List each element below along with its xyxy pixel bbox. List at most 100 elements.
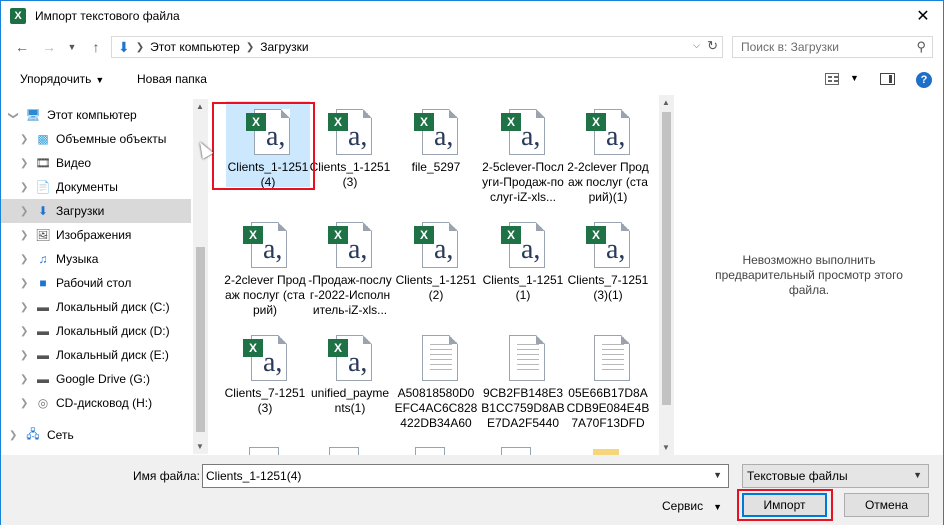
file-list-scrollbar[interactable]: ▲ ▼	[659, 95, 674, 455]
expand-chevron-icon[interactable]: ❯	[20, 134, 28, 145]
file-item[interactable]: Xa, Clients_1-1251(3)	[308, 101, 392, 190]
filename-input[interactable]: Clients_1-1251(4) ▼	[202, 464, 729, 488]
file-name: 2-2clever Продаж послуг (старий)(1)	[567, 160, 649, 204]
cd-drive-icon: ◎	[37, 396, 49, 410]
scrollbar-thumb[interactable]	[196, 247, 205, 432]
file-name: A50818580D0EFC4AC6C828422DB34A60	[394, 386, 478, 430]
expand-chevron-icon[interactable]: ❯	[20, 182, 28, 193]
expand-chevron-icon[interactable]: ❯	[20, 350, 28, 361]
excel-csv-file-icon: Xa,	[499, 222, 547, 270]
nav-item-downloads[interactable]: ❯ ⬇ Загрузки	[1, 199, 191, 223]
preview-pane-icon[interactable]	[880, 73, 895, 85]
new-folder-button[interactable]: Новая папка	[137, 72, 207, 86]
nav-item-drive-c[interactable]: ❯ ▬ Локальный диск (C:)	[1, 295, 191, 319]
expand-chevron-icon[interactable]: ❯	[20, 254, 28, 265]
search-box[interactable]: ⚲	[732, 36, 933, 58]
nav-item-drive-d[interactable]: ❯ ▬ Локальный диск (D:)	[1, 319, 191, 343]
partial-file-icon	[249, 447, 279, 455]
excel-csv-file-icon: Xa,	[326, 222, 374, 270]
file-item[interactable]: 05E66B17D8ACDB9E084E4B7A70F13DFD	[566, 327, 650, 431]
expand-chevron-icon[interactable]: ❯	[20, 398, 28, 409]
recent-locations-chevron-icon[interactable]: ▼	[61, 37, 83, 57]
excel-csv-file-icon: Xa,	[584, 109, 632, 157]
view-options-chevron-icon[interactable]: ▼	[850, 73, 859, 83]
file-name: 2-5clever-Послуги-Продаж-послуг-iZ-xls..…	[482, 160, 564, 204]
address-bar[interactable]: ⬇ ❯ Этот компьютер ❯ Загрузки ⌵ ↻	[111, 36, 723, 58]
refresh-icon[interactable]: ↻	[707, 38, 718, 54]
expand-chevron-icon[interactable]: ❯	[9, 430, 17, 441]
nav-item-pictures[interactable]: ❯ 🖼 Изображения	[1, 223, 191, 247]
excel-csv-file-icon: Xa,	[584, 222, 632, 270]
file-name: 05E66B17D8ACDB9E084E4B7A70F13DFD	[566, 386, 650, 430]
address-dropdown-icon[interactable]: ⌵	[693, 40, 700, 51]
command-toolbar: Упорядочить ▼ Новая папка ▼ ?	[1, 63, 943, 95]
scrollbar-thumb[interactable]	[662, 112, 671, 405]
chevron-down-icon: ▼	[913, 470, 922, 480]
nav-item-cd-drive[interactable]: ❯ ◎ CD-дисковод (H:)	[1, 391, 191, 415]
file-item[interactable]: 9CB2FB148E3B1CC759D8ABE7DA2F5440	[481, 327, 565, 431]
excel-csv-file-icon: Xa,	[241, 222, 289, 270]
expand-chevron-icon[interactable]: ❯	[20, 206, 28, 217]
file-type-value: Текстовые файлы	[747, 469, 848, 483]
search-icon[interactable]: ⚲	[916, 39, 926, 55]
expand-chevron-icon[interactable]: ❯	[8, 111, 19, 119]
nav-item-network[interactable]: ❯ 🖧 Сеть	[1, 423, 191, 447]
nav-item-google-drive[interactable]: ❯ ▬ Google Drive (G:)	[1, 367, 191, 391]
file-name: Clients_7-1251 (3)	[224, 386, 306, 415]
expand-chevron-icon[interactable]: ❯	[20, 326, 28, 337]
file-item[interactable]: Xa, 2-2clever Продаж послуг (старий)	[223, 214, 307, 318]
nav-item-documents[interactable]: ❯ 📄 Документы	[1, 175, 191, 199]
help-icon[interactable]: ?	[916, 72, 932, 88]
tools-menu-button[interactable]: Сервис ▼	[662, 499, 722, 513]
expand-chevron-icon[interactable]: ❯	[20, 278, 28, 289]
excel-csv-file-icon: Xa,	[412, 222, 460, 270]
nav-item-drive-e[interactable]: ❯ ▬ Локальный диск (E:)	[1, 343, 191, 367]
file-item[interactable]: Xa, 2-5clever-Послуги-Продаж-послуг-iZ-x…	[481, 101, 565, 205]
expand-chevron-icon[interactable]: ❯	[20, 302, 28, 313]
nav-item-this-pc[interactable]: ❯ 🖥 Этот компьютер	[1, 103, 191, 127]
excel-csv-file-icon: Xa,	[326, 109, 374, 157]
text-file-icon	[584, 335, 632, 383]
file-name: Clients_1-1251(3)	[309, 160, 391, 189]
nav-item-label: Локальный диск (E:)	[56, 348, 169, 362]
scroll-up-icon[interactable]: ▲	[196, 102, 204, 111]
expand-chevron-icon[interactable]: ❯	[20, 374, 28, 385]
nav-item-3d-objects[interactable]: ❯ ▩ Объемные объекты	[1, 127, 191, 151]
chevron-down-icon[interactable]: ▼	[713, 470, 722, 480]
close-button[interactable]: ✕	[903, 1, 943, 31]
breadcrumb-this-pc[interactable]: Этот компьютер	[150, 40, 240, 54]
search-input[interactable]	[741, 40, 911, 54]
file-item[interactable]: Xa, Clients_1-1251(2)	[394, 214, 478, 303]
drive-icon: ▬	[37, 300, 49, 314]
file-item[interactable]: Xa, 2-2clever Продаж послуг (старий)(1)	[566, 101, 650, 205]
file-item[interactable]: Xa, Clients_1-1251(1)	[481, 214, 565, 303]
expand-chevron-icon[interactable]: ❯	[20, 230, 28, 241]
file-name: Clients_7-1251 (3)(1)	[567, 273, 649, 302]
scroll-down-icon[interactable]: ▼	[662, 443, 670, 452]
nav-item-desktop[interactable]: ❯ ■ Рабочий стол	[1, 271, 191, 295]
back-arrow-icon[interactable]: ←	[11, 37, 33, 57]
up-arrow-icon[interactable]: ↑	[85, 37, 107, 57]
cancel-button[interactable]: Отмена	[844, 493, 929, 517]
file-item[interactable]: Xa, unified_payments(1)	[308, 327, 392, 416]
organize-menu-button[interactable]: Упорядочить ▼	[20, 72, 104, 86]
file-item[interactable]: Xa, -Продаж-послуг-2022-Исполнитель-iZ-x…	[308, 214, 392, 318]
file-type-select[interactable]: Текстовые файлы ▼	[742, 464, 929, 488]
scroll-up-icon[interactable]: ▲	[662, 98, 670, 107]
file-item[interactable]: A50818580D0EFC4AC6C828422DB34A60	[394, 327, 478, 431]
nav-item-music[interactable]: ❯ ♫ Музыка	[1, 247, 191, 271]
file-item[interactable]: Xa, file_5297	[394, 101, 478, 175]
drive-icon: ▬	[37, 324, 49, 338]
chevron-down-icon: ▼	[95, 75, 105, 85]
breadcrumb-downloads[interactable]: Загрузки	[260, 40, 308, 54]
expand-chevron-icon[interactable]: ❯	[20, 158, 28, 169]
scroll-down-icon[interactable]: ▼	[196, 442, 204, 451]
file-item[interactable]: Xa, Clients_7-1251 (3)	[223, 327, 307, 416]
file-item[interactable]: Xa, Clients_7-1251 (3)(1)	[566, 214, 650, 303]
nav-item-video[interactable]: ❯ 🎞 Видео	[1, 151, 191, 175]
forward-arrow-icon[interactable]: →	[38, 37, 60, 57]
change-view-icon[interactable]	[825, 73, 839, 85]
pictures-icon: 🖼	[35, 228, 51, 242]
nav-item-label: Локальный диск (C:)	[56, 300, 170, 314]
partial-file-icon	[329, 447, 359, 455]
